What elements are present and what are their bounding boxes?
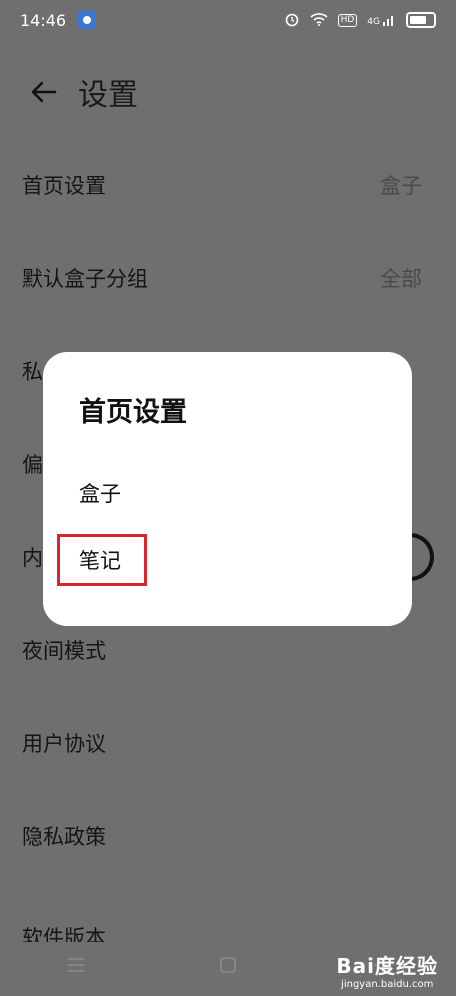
alarm-icon: [284, 11, 300, 30]
status-right: HD 4G: [284, 11, 436, 30]
status-time: 14:46: [20, 10, 67, 30]
dialog-option-box[interactable]: 盒子: [79, 478, 121, 508]
setting-user-agreement[interactable]: 用户协议: [0, 696, 456, 789]
setting-label: 隐私政策: [22, 824, 106, 849]
baidu-watermark: Bai度经验 jingyan.baidu.com: [336, 950, 438, 990]
setting-label: 软件版本: [22, 926, 106, 942]
setting-label: 内: [22, 545, 43, 570]
header: 设置: [0, 60, 456, 124]
home-nav-button[interactable]: [198, 945, 258, 985]
setting-label: 私: [22, 359, 43, 384]
setting-label: 首页设置: [22, 173, 106, 198]
setting-value: 全部: [380, 266, 422, 291]
setting-software-version[interactable]: 软件版本: [0, 882, 456, 942]
app-notification-icon: [78, 11, 97, 29]
hd-badge: HD: [337, 13, 358, 27]
network-type: 4G: [367, 17, 380, 27]
setting-default-box-group[interactable]: 默认盒子分组 全部: [0, 231, 456, 324]
menu-nav-button[interactable]: [46, 945, 106, 985]
battery-icon: [406, 12, 436, 28]
page-title: 设置: [78, 78, 138, 113]
signal-icon: 4G: [367, 13, 396, 27]
setting-label: 夜间模式: [22, 638, 106, 663]
dialog-option-notes[interactable]: 笔记: [79, 545, 121, 575]
status-left: 14:46: [20, 10, 97, 30]
homepage-settings-dialog: 首页设置 盒子 笔记: [43, 352, 412, 626]
menu-icon: [68, 958, 84, 972]
wifi-icon: [310, 12, 328, 29]
home-square-icon: [220, 957, 236, 973]
status-bar: 14:46 HD 4G: [0, 0, 456, 40]
setting-label: 偏: [22, 452, 43, 477]
setting-homepage[interactable]: 首页设置 盒子: [0, 138, 456, 231]
setting-value: 盒子: [380, 173, 422, 198]
setting-privacy-policy[interactable]: 隐私政策: [0, 789, 456, 882]
watermark-main: Bai度经验: [336, 954, 438, 978]
setting-label: 默认盒子分组: [22, 266, 148, 291]
back-arrow-icon[interactable]: [14, 62, 74, 122]
setting-label: 用户协议: [22, 731, 106, 756]
watermark-sub: jingyan.baidu.com: [341, 979, 434, 990]
dialog-title: 首页设置: [79, 397, 187, 428]
